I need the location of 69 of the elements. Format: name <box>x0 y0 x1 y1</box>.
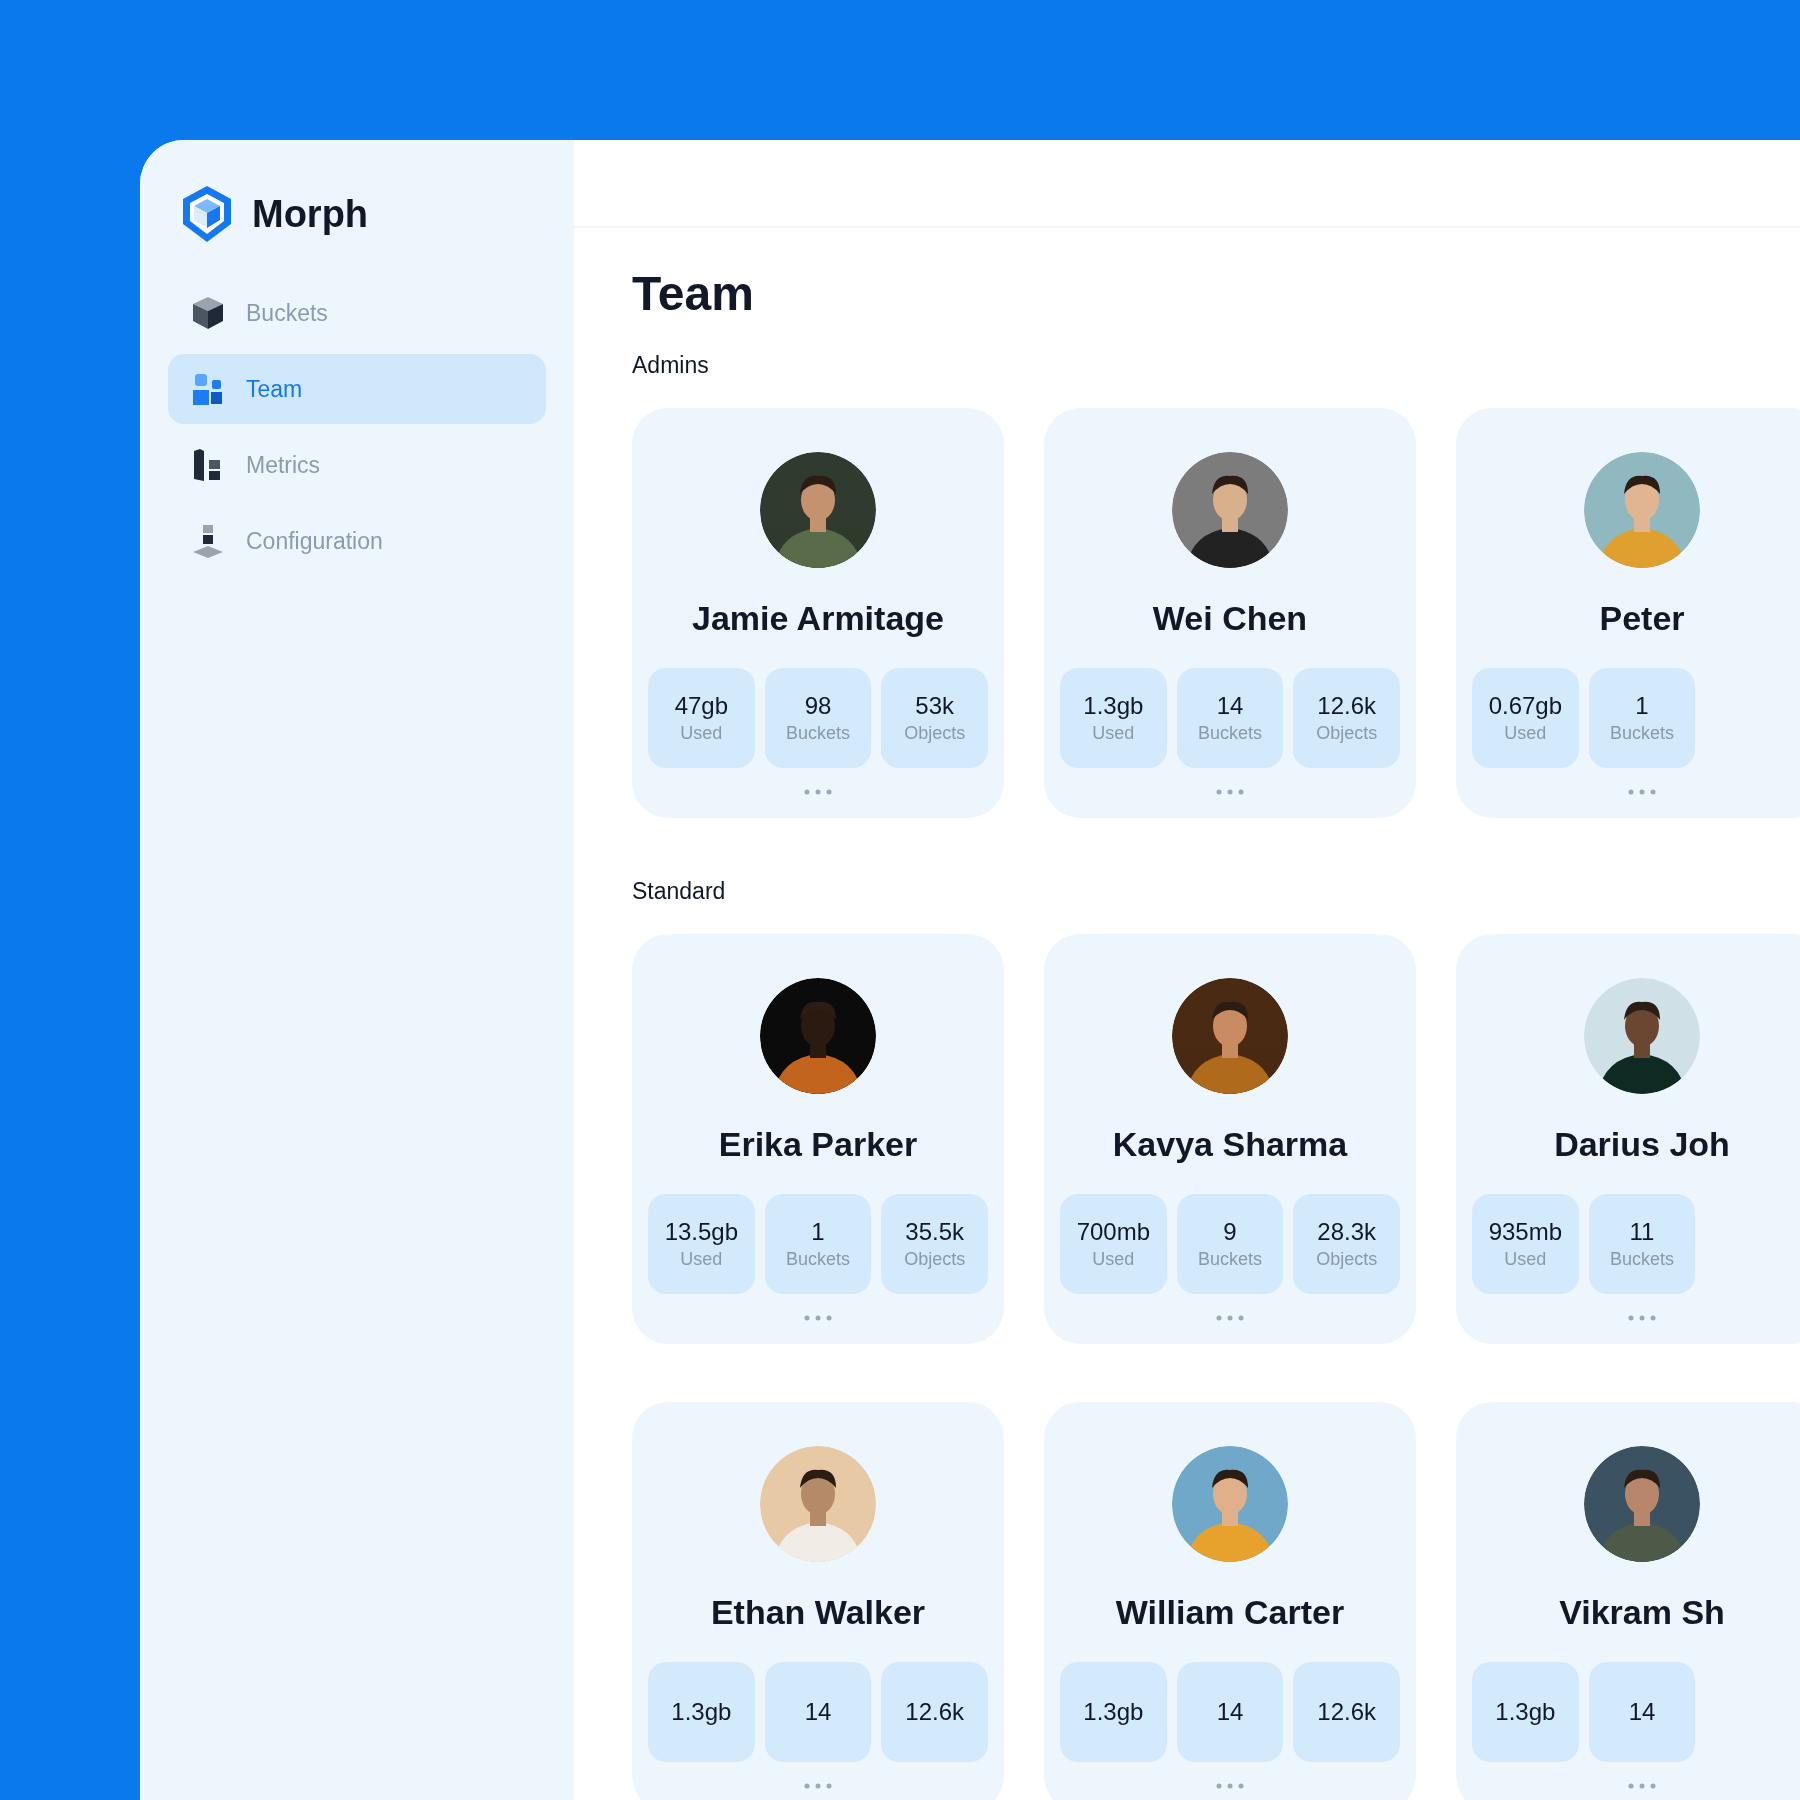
stat-label: Used <box>680 1248 723 1271</box>
stack-icon <box>192 524 224 558</box>
stat-value: 12.6k <box>1317 691 1376 721</box>
logo-icon <box>180 184 234 244</box>
member-name: Ethan Walker <box>710 1592 926 1633</box>
stat-label: Buckets <box>1609 722 1674 745</box>
nav-item[interactable]: Team <box>168 354 546 424</box>
stat-label: Used <box>1092 722 1135 745</box>
stat-value: 12.6k <box>1317 1697 1376 1727</box>
stat-value: 13.5gb <box>664 1217 739 1247</box>
more-icon <box>803 1314 833 1322</box>
stat-value: 1.3gb <box>1495 1697 1556 1727</box>
stat-value: 53k <box>915 691 954 721</box>
stat-value: 12.6k <box>905 1697 964 1727</box>
stat-label: Used <box>1504 1248 1547 1271</box>
more-icon <box>1627 1314 1657 1322</box>
nav-item[interactable]: Metrics <box>168 430 546 500</box>
stat-label: Buckets <box>1197 1248 1262 1271</box>
page-title: Team <box>632 266 755 322</box>
more-icon <box>1215 1782 1245 1790</box>
stat-label: Buckets <box>785 722 850 745</box>
more-icon <box>1215 788 1245 796</box>
stat-label: Used <box>1504 722 1547 745</box>
stat-label: Objects <box>904 1248 966 1271</box>
stat-label: Objects <box>904 722 966 745</box>
brand-name: Morph <box>252 191 369 237</box>
stat-label: Buckets <box>1197 722 1262 745</box>
stat-value: 28.3k <box>1317 1217 1376 1247</box>
stat-value: 11 <box>1629 1217 1655 1247</box>
stat-label: Objects <box>1316 1248 1378 1271</box>
stat-value: 14 <box>1628 1697 1656 1727</box>
member-name: Peter <box>1599 598 1685 639</box>
stat-label: Used <box>680 722 723 745</box>
stat-label: Buckets <box>1609 1248 1674 1271</box>
section-heading: Admins <box>632 351 710 380</box>
member-name: Vikram Sh <box>1559 1592 1725 1633</box>
stat-label: Used <box>1092 1248 1135 1271</box>
stat-value: 700mb <box>1076 1217 1150 1247</box>
member-name: Wei Chen <box>1152 598 1308 639</box>
stat-value: 14 <box>1216 1697 1244 1727</box>
more-icon <box>1627 788 1657 796</box>
stat-value: 935mb <box>1488 1217 1562 1247</box>
member-name: Darius Joh <box>1554 1124 1730 1165</box>
stat-value: 1.3gb <box>1083 691 1144 721</box>
member-name: Kavya Sharma <box>1112 1124 1348 1165</box>
more-icon <box>803 1782 833 1790</box>
stat-value: 9 <box>1223 1217 1237 1247</box>
more-icon <box>1627 1782 1657 1790</box>
stat-value: 14 <box>804 1697 832 1727</box>
stat-value: 1 <box>1635 691 1649 721</box>
stat-label: Objects <box>1316 722 1378 745</box>
member-name: William Carter <box>1115 1592 1345 1633</box>
stat-value: 0.67gb <box>1488 691 1563 721</box>
cube-icon <box>192 296 224 330</box>
nav-item[interactable]: Buckets <box>168 278 546 348</box>
member-name: Erika Parker <box>718 1124 918 1165</box>
stat-label: Buckets <box>785 1248 850 1271</box>
stat-value: 1.3gb <box>1083 1697 1144 1727</box>
more-icon <box>803 788 833 796</box>
stat-value: 35.5k <box>905 1217 964 1247</box>
nav-item[interactable]: Configuration <box>168 506 546 576</box>
stat-value: 1.3gb <box>671 1697 732 1727</box>
stat-value: 47gb <box>674 691 728 721</box>
member-name: Jamie Armitage <box>692 598 944 639</box>
section-heading: Standard <box>632 877 727 906</box>
stat-value: 14 <box>1216 691 1244 721</box>
more-icon <box>1215 1314 1245 1322</box>
stat-value: 98 <box>804 691 832 721</box>
stat-value: 1 <box>811 1217 825 1247</box>
